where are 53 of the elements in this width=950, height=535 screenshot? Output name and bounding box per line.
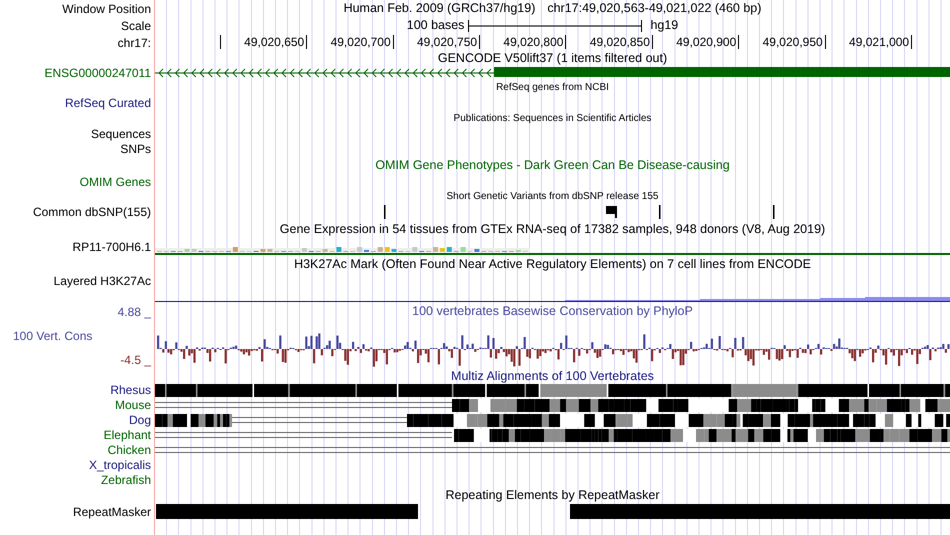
ruler-tick	[220, 35, 221, 49]
species-label: Elephant	[104, 428, 151, 443]
ruler-tick	[392, 35, 394, 49]
ruler-label: 49,021,000	[849, 35, 910, 49]
track-label: RefSeq Curated	[64, 96, 151, 110]
ruler-label: 49,020,700	[330, 35, 391, 49]
track-label: 100 Vert. Cons	[12, 329, 92, 343]
track-label: RepeatMasker	[72, 504, 151, 518]
track-title: 100 vertebrates Basewise Conservation by PhyloP	[412, 304, 693, 319]
track-title: RefSeq genes from NCBI	[496, 82, 609, 94]
track-label: Common dbSNP(155)	[32, 205, 151, 219]
ruler-tick	[565, 35, 566, 49]
ruler-label: 49,020,900	[676, 35, 736, 49]
species-label: Chicken	[108, 443, 151, 458]
track-title: OMIM Gene Phenotypes - Dark Green Can Be Disease-causing	[375, 158, 730, 173]
ruler-label: 49,020,850	[590, 35, 650, 49]
track-title: Publications: Sequences in Scientific Articles	[454, 112, 652, 124]
axis-min-label: -4.5 _	[120, 353, 151, 367]
track-label: ENSG00000247011	[44, 66, 151, 80]
scale-label: 100 bases	[406, 18, 464, 33]
position-text: chr17:49,020,563-49,021,022 (460 bp)	[547, 1, 762, 16]
track-label: Layered H3K27Ac	[54, 274, 151, 288]
track-label: SNPs	[120, 142, 151, 156]
species-label: Mouse	[114, 398, 151, 413]
species-label: Zebrafish	[100, 473, 151, 488]
ruler-tick	[911, 35, 912, 49]
track-title: Repeating Elements by RepeatMasker	[445, 488, 660, 503]
species-label: Dog	[128, 413, 151, 428]
row-label: chr17:	[118, 36, 151, 50]
row-label: Scale	[120, 18, 151, 32]
ruler-tick	[479, 35, 480, 49]
track-title: Short Genetic Variants from dbSNP release 155	[446, 190, 658, 202]
track-label: OMIM Genes	[80, 175, 151, 189]
track-title: H3K27Ac Mark (Often Found Near Active Regulatory Elements) on 7 cell lines from ENCODE	[294, 257, 811, 272]
ruler-tick	[652, 35, 653, 49]
species-label: Rhesus	[110, 383, 151, 398]
species-label: X_tropicalis	[88, 458, 151, 473]
track-title: GENCODE V50lift37 (1 items filtered out)	[438, 51, 668, 66]
ruler-label: 49,020,650	[244, 35, 304, 49]
track-label: Sequences	[90, 127, 151, 141]
track-label: RP11-700H6.1	[72, 240, 151, 254]
ruler-tick	[738, 35, 740, 49]
axis-max-label: 4.88 _	[118, 305, 151, 319]
track-title: Gene Expression in 54 tissues from GTEx RNA-seq of 17382 samples, 948 donors (V8, Aug 2019)	[280, 222, 826, 237]
track-title: Multiz Alignments of 100 Vertebrates	[451, 370, 654, 383]
ruler-label: 49,020,800	[503, 35, 564, 49]
ruler-tick	[306, 35, 308, 49]
ruler-tick	[824, 35, 826, 49]
ruler-label: 49,020,750	[416, 35, 478, 49]
row-label: Window Position	[62, 2, 151, 16]
ruler-label: 49,020,950	[762, 35, 823, 49]
assembly-name: Human Feb. 2009 (GRCh37/hg19)	[344, 1, 536, 16]
assembly-label: hg19	[650, 18, 678, 33]
